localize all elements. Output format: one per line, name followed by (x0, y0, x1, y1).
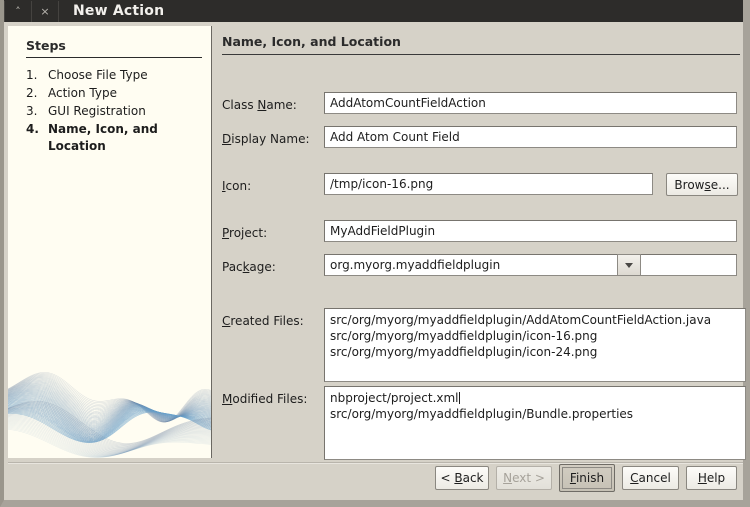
project-value: MyAddFieldPlugin (330, 224, 436, 238)
back-button-label: < Back (440, 471, 484, 485)
step-item-2: 2. Action Type (26, 85, 206, 102)
step-item-4: 4. Name, Icon, and Location (26, 121, 206, 155)
class-name-label: Class Name: (222, 98, 297, 112)
display-name-label: Display Name: (222, 132, 310, 146)
next-button: Next > (496, 466, 552, 490)
dialog-body: Steps 1. Choose File Type 2. Action Type 3. G… (4, 22, 746, 500)
project-label: Project: (222, 226, 268, 240)
browse-button[interactable]: Browse... (666, 173, 738, 196)
cancel-button-label: Cancel (630, 471, 671, 485)
finish-button[interactable]: Finish (559, 464, 615, 492)
page-title-rule (222, 54, 740, 55)
file-path-line: src/org/myorg/myaddfieldplugin/Bundle.pr… (330, 407, 634, 421)
browse-button-label: Browse... (674, 177, 730, 192)
package-input[interactable]: org.myorg.myaddfieldplugin (324, 254, 737, 276)
text-caret (458, 392, 460, 404)
page-title: Name, Icon, and Location (222, 34, 401, 49)
close-button[interactable]: × (32, 0, 59, 22)
chevron-down-icon (625, 262, 633, 268)
step-number: 1. (26, 68, 38, 82)
package-value: org.myorg.myaddfieldplugin (330, 258, 501, 272)
file-path-line: nbproject/project.xml (330, 391, 460, 405)
step-number: 4. (26, 122, 39, 136)
steps-list: 1. Choose File Type 2. Action Type 3. GUI Reg… (26, 67, 206, 156)
file-path-line: src/org/myorg/myaddfieldplugin/icon-24.p… (330, 345, 598, 359)
display-name-input[interactable]: Add Atom Count Field (324, 126, 737, 148)
help-button-label: Help (697, 471, 726, 485)
help-button[interactable]: Help (686, 466, 737, 490)
shade-button[interactable]: ˄ (4, 0, 32, 22)
steps-heading-rule (26, 57, 202, 58)
step-item-3: 3. GUI Registration (26, 103, 206, 120)
modified-files-label: Modified Files: (222, 392, 308, 406)
file-path-line: src/org/myorg/myaddfieldplugin/icon-16.p… (330, 329, 598, 343)
steps-panel: Steps 1. Choose File Type 2. Action Type 3. G… (8, 26, 212, 458)
step-label: Choose File Type (48, 68, 148, 82)
decorative-wave-graphic (8, 372, 211, 458)
finish-button-label: Finish (569, 471, 605, 485)
title-bar: ˄ × New Action (4, 0, 743, 22)
content-panel: Name, Icon, and Location Class Name: AddA… (213, 26, 746, 460)
new-action-wizard-dialog: ˄ × New Action Steps 1. Choose File Type 2… (0, 0, 750, 507)
created-files-textarea[interactable]: src/org/myorg/myaddfieldplugin/AddAtomCo… (324, 308, 746, 382)
finish-button-focus-ring: Finish (562, 467, 612, 489)
package-dropdown-button[interactable] (617, 254, 641, 276)
step-number: 3. (26, 104, 38, 118)
step-label: Name, Icon, and Location (48, 122, 158, 153)
icon-value: /tmp/icon-16.png (330, 177, 434, 191)
icon-label: Icon: (222, 179, 252, 193)
cancel-button[interactable]: Cancel (622, 466, 679, 490)
modified-files-textarea[interactable]: nbproject/project.xml src/org/myorg/myadd… (324, 386, 746, 460)
window-title: New Action (73, 3, 165, 19)
back-button[interactable]: < Back (435, 466, 489, 490)
package-label: Package: (222, 260, 276, 274)
step-label: Action Type (48, 86, 117, 100)
step-label: GUI Registration (48, 104, 146, 118)
project-input[interactable]: MyAddFieldPlugin (324, 220, 737, 242)
button-bar: < Back Next > Finish Cancel Help (4, 458, 743, 500)
class-name-value: AddAtomCountFieldAction (330, 96, 486, 110)
created-files-label: Created Files: (222, 314, 304, 328)
display-name-value: Add Atom Count Field (330, 130, 460, 144)
next-button-label: Next > (503, 471, 545, 485)
steps-heading: Steps (26, 38, 66, 53)
class-name-input[interactable]: AddAtomCountFieldAction (324, 92, 737, 114)
file-path-line: src/org/myorg/myaddfieldplugin/AddAtomCo… (330, 313, 712, 327)
step-item-1: 1. Choose File Type (26, 67, 206, 84)
icon-input[interactable]: /tmp/icon-16.png (324, 173, 653, 195)
step-number: 2. (26, 86, 38, 100)
